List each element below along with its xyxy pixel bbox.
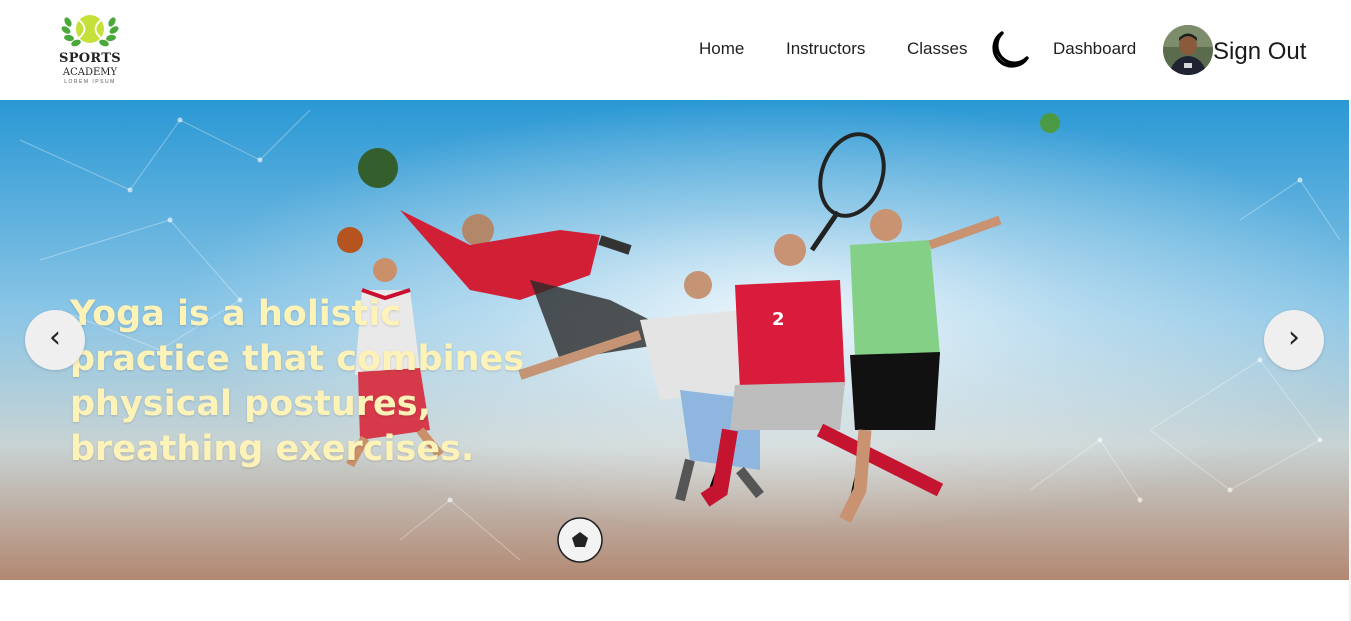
logo-tagline: LOREM IPSUM [64,79,116,85]
page: SPORTS ACADEMY LOREM IPSUM Home Instruct… [0,0,1351,621]
hero-caption: Yoga is a holistic practice that combine… [70,294,525,469]
sign-out-button[interactable]: Sign Out [1213,37,1306,67]
nav-home-link[interactable]: Home [699,38,744,60]
theme-toggle-button[interactable] [984,26,1032,74]
hero-slider: 2 Yoga is a holistic practice that combi… [0,100,1349,580]
moon-icon [992,31,1029,68]
svg-text:2: 2 [772,309,785,330]
sports-academy-logo[interactable]: SPORTS ACADEMY LOREM IPSUM [52,10,128,90]
nav-instructors-link[interactable]: Instructors [786,38,865,60]
slider-prev-button[interactable]: ‹ [25,310,85,370]
user-avatar[interactable] [1163,25,1213,75]
nav-classes-link[interactable]: Classes [907,38,967,60]
navbar: SPORTS ACADEMY LOREM IPSUM Home Instruct… [0,0,1351,100]
logo-subtitle: ACADEMY [62,67,118,78]
logo-title: SPORTS [59,51,121,66]
slider-next-button[interactable]: › [1264,310,1324,370]
tennis-ball-laurel-icon [61,15,119,47]
nav-dashboard-link[interactable]: Dashboard [1053,38,1136,60]
user-photo-icon [1163,25,1213,75]
